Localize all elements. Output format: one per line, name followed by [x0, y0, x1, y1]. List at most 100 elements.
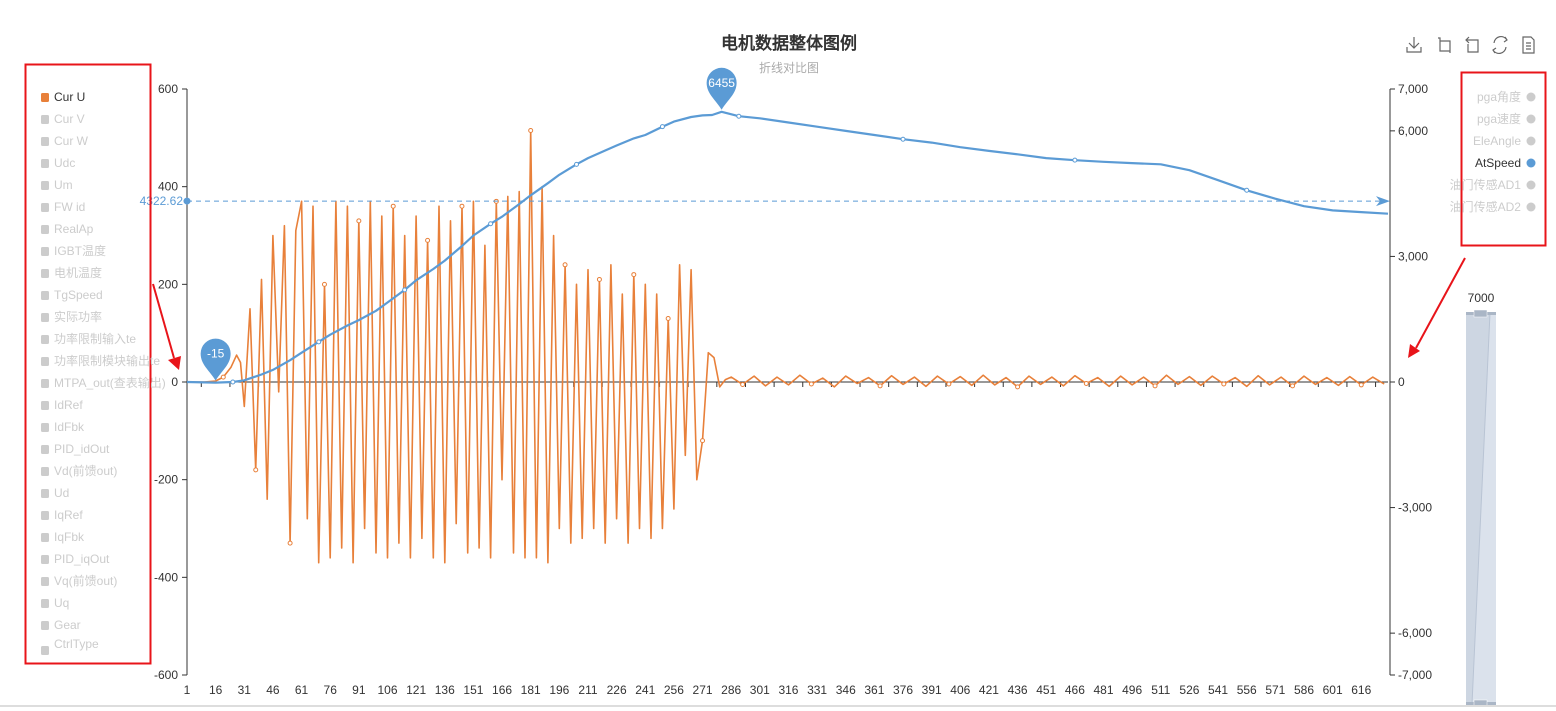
legend-item[interactable]: pga速度	[1477, 111, 1536, 126]
x-tick-label: 211	[578, 683, 597, 697]
legend-item[interactable]: 油门传感AD1	[1450, 177, 1536, 192]
legend-item[interactable]: Vq(前馈out)	[41, 573, 117, 588]
legend-label: pga速度	[1477, 111, 1521, 126]
legend-square-icon	[41, 467, 49, 476]
legend-item[interactable]: TgSpeed	[41, 288, 103, 302]
x-tick-label: 46	[266, 683, 280, 697]
data-point	[631, 272, 637, 278]
x-tick-label: 166	[492, 683, 512, 697]
legend-item[interactable]: MTPA_out(查表输出)	[41, 375, 166, 390]
restore-icon[interactable]	[1492, 35, 1508, 55]
mark-point-label: 6455	[708, 76, 735, 90]
y-left-tick-label: -600	[154, 668, 178, 682]
legend-label: IdRef	[54, 398, 83, 412]
y-left-tick-label: -400	[154, 570, 178, 584]
zoom-reset-icon[interactable]	[1465, 36, 1479, 53]
legend-label: Um	[54, 178, 73, 192]
legend-left: Cur U Cur V Cur W Udc Um FW id RealAp IGBT温度电机温…	[24, 63, 166, 665]
data-point	[946, 381, 952, 387]
data-point	[390, 203, 396, 209]
legend-square-icon	[41, 225, 49, 234]
data-point	[528, 128, 534, 134]
data-point	[700, 438, 706, 444]
legend-item[interactable]: IqRef	[41, 508, 83, 522]
legend-item[interactable]: IdFbk	[41, 420, 85, 434]
legend-label: Vq(前馈out)	[54, 573, 117, 588]
legend-square-icon	[41, 269, 49, 278]
legend-label: 功率限制模块输出te	[54, 353, 160, 368]
legend-item[interactable]: 功率限制输入te	[41, 331, 136, 346]
data-point	[287, 540, 293, 546]
data-point	[220, 374, 226, 380]
legend-square-icon	[41, 445, 49, 454]
y-right-tick-label: -3,000	[1398, 501, 1432, 515]
legend-label: Cur U	[54, 90, 85, 104]
legend-item[interactable]: Udc	[41, 156, 75, 170]
legend-circle-icon	[1526, 136, 1536, 146]
data-zoom-grip-top-icon[interactable]	[1473, 309, 1488, 318]
legend-item[interactable]: Ud	[41, 486, 69, 500]
legend-item[interactable]: PID_idOut	[41, 442, 110, 456]
x-tick-label: 16	[209, 683, 223, 697]
legend-item[interactable]: Cur W	[41, 134, 89, 148]
legend-label: Ud	[54, 486, 69, 500]
legend-square-icon	[41, 93, 49, 102]
legend-item[interactable]: FW id	[41, 200, 85, 214]
legend-item[interactable]: PID_iqOut	[41, 552, 110, 566]
data-view-icon[interactable]	[1522, 36, 1535, 54]
download-icon[interactable]	[1406, 37, 1422, 53]
legend-square-icon	[41, 181, 49, 190]
legend-square-icon	[41, 159, 49, 168]
legend-item[interactable]: CtrlType	[41, 637, 99, 655]
legend-item[interactable]: 电机温度	[41, 265, 102, 280]
data-point	[1290, 383, 1296, 389]
x-tick-label: 121	[406, 683, 426, 697]
legend-item[interactable]: 油门传感AD2	[1450, 199, 1536, 214]
legend-label: pga角度	[1477, 89, 1521, 104]
data-point	[321, 281, 327, 287]
x-tick-label: 571	[1265, 683, 1285, 697]
legend-item[interactable]: IdRef	[41, 398, 83, 412]
legend-square-icon	[41, 291, 49, 300]
x-tick-label: 76	[324, 683, 338, 697]
legend-item[interactable]: pga角度	[1477, 89, 1536, 104]
legend-item[interactable]: AtSpeed	[1475, 156, 1536, 170]
x-tick-label: 1	[184, 683, 191, 697]
legend-square-icon	[41, 137, 49, 146]
legend-item[interactable]: Cur U	[41, 90, 85, 104]
x-tick-label: 376	[893, 683, 913, 697]
x-tick-label: 31	[238, 683, 252, 697]
legend-square-icon	[41, 621, 49, 630]
legend-square-icon	[41, 646, 49, 655]
legend-item[interactable]: Gear	[41, 618, 81, 632]
x-tick-label: 106	[377, 683, 397, 697]
legend-item[interactable]: IqFbk	[41, 530, 85, 544]
legend-item[interactable]: IGBT温度	[41, 243, 106, 258]
x-tick-label: 406	[950, 683, 970, 697]
legend-item[interactable]: RealAp	[41, 222, 94, 236]
legend-item[interactable]: Vd(前馈out)	[41, 463, 117, 478]
y-right-tick-label: 7,000	[1398, 82, 1428, 96]
legend-circle-icon	[1526, 114, 1536, 124]
legend-label: 油门传感AD2	[1450, 199, 1522, 214]
legend-item[interactable]: Uq	[41, 596, 69, 610]
annotations	[0, 257, 1556, 707]
annotation-arrow-right	[1415, 257, 1466, 349]
legend-label: IqRef	[54, 508, 83, 522]
legend-square-icon	[41, 379, 49, 388]
legend-item[interactable]: 实际功率	[41, 309, 102, 324]
legend-item[interactable]: Cur V	[41, 112, 85, 126]
data-zoom-slider[interactable]: 7000	[1466, 291, 1496, 708]
legend-square-icon	[41, 489, 49, 498]
legend-item[interactable]: 功率限制模块输出te	[41, 353, 160, 368]
legend-square-icon	[41, 357, 49, 366]
legend-label: PID_idOut	[54, 442, 110, 456]
data-point	[356, 218, 362, 224]
legend-label: Gear	[54, 618, 81, 632]
legend-label: RealAp	[54, 222, 94, 236]
legend-item[interactable]: Um	[41, 178, 73, 192]
data-point	[1152, 383, 1158, 389]
legend-item[interactable]: EleAngle	[1473, 134, 1536, 148]
data-zoom-icon[interactable]	[1438, 37, 1451, 53]
data-point	[1221, 381, 1227, 387]
